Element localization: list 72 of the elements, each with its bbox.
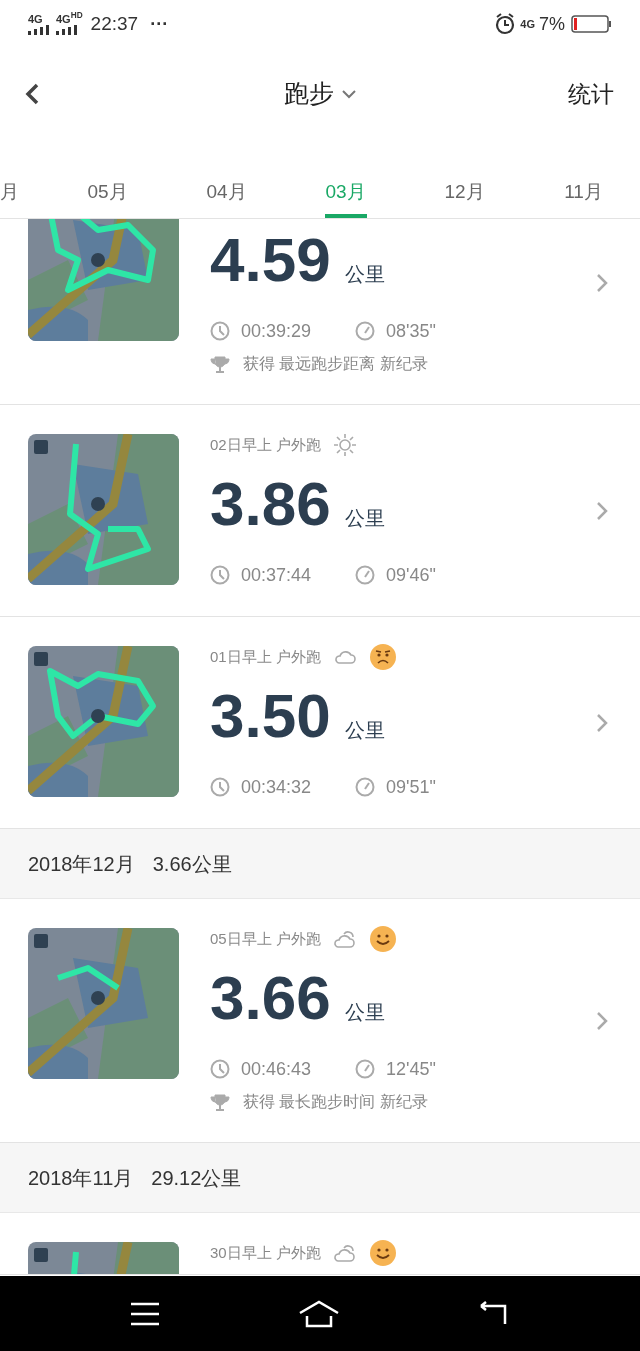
clock-icon bbox=[210, 1059, 230, 1079]
run-entry[interactable]: 4.59 公里 00:39:29 08'35" 获得 最远跑步距离 新纪录 bbox=[0, 219, 640, 405]
battery-icon bbox=[571, 15, 612, 33]
distance-unit: 公里 bbox=[344, 1000, 385, 1025]
distance-unit: 公里 bbox=[344, 506, 385, 531]
statistics-button[interactable]: 统计 bbox=[568, 76, 614, 112]
month-tab[interactable]: 03月 bbox=[286, 140, 405, 218]
menu-icon[interactable] bbox=[128, 1301, 161, 1326]
run-time-label: 01日早上 户外跑 bbox=[210, 646, 321, 667]
pace-value: 09'46" bbox=[386, 563, 436, 587]
chevron-right-icon bbox=[596, 272, 608, 293]
distance-unit: 公里 bbox=[344, 718, 385, 743]
month-total-distance: 3.66公里 bbox=[152, 851, 232, 877]
month-tab[interactable]: 12月 bbox=[405, 140, 524, 218]
distance-value: 3.50 bbox=[210, 685, 331, 747]
caret-icon bbox=[342, 89, 356, 99]
smiley-face-icon bbox=[368, 925, 397, 953]
duration-value: 00:34:32 bbox=[241, 775, 313, 799]
signal-icon bbox=[28, 24, 50, 35]
run-entry[interactable]: 01日早上 户外跑 3.50 公里 00:34:32 09'51" bbox=[0, 617, 640, 829]
duration-value: 00:37:44 bbox=[241, 563, 313, 587]
speedometer-icon bbox=[355, 321, 375, 341]
distance-unit: 公里 bbox=[344, 262, 385, 287]
month-tab[interactable]: 05月 bbox=[48, 140, 167, 218]
activity-dropdown[interactable]: 跑步 bbox=[284, 75, 356, 113]
pace-value: 09'51" bbox=[386, 775, 436, 799]
sun-icon bbox=[332, 433, 357, 457]
month-tab[interactable]: 04月 bbox=[167, 140, 286, 218]
record-achievement-text: 获得 最远跑步距离 新纪录 bbox=[243, 354, 428, 374]
home-icon[interactable] bbox=[298, 1299, 340, 1328]
month-label: 2018年12月 bbox=[28, 851, 135, 877]
duration-value: 00:39:29 bbox=[241, 319, 313, 343]
chevron-right-icon bbox=[596, 712, 608, 733]
frowning-face-icon bbox=[368, 643, 397, 671]
battery-percentage: 7% bbox=[539, 12, 565, 36]
trophy-icon bbox=[210, 1092, 230, 1112]
smiley-face-icon bbox=[368, 1239, 397, 1267]
clock-icon bbox=[210, 321, 230, 341]
more-indicator: ··· bbox=[150, 12, 169, 36]
distance-value: 3.86 bbox=[210, 473, 331, 535]
month-tab[interactable]: 11月 bbox=[524, 140, 640, 218]
signal-label: 4G$^{HD}$ bbox=[56, 13, 83, 25]
duration-value: 00:46:43 bbox=[241, 1057, 313, 1081]
run-time-label: 05日早上 户外跑 bbox=[210, 928, 321, 949]
chevron-right-icon bbox=[596, 1010, 608, 1031]
pace-value: 12'45" bbox=[386, 1057, 436, 1081]
speedometer-icon bbox=[355, 777, 375, 797]
chevron-right-icon bbox=[596, 500, 608, 521]
signal-icon bbox=[56, 24, 78, 35]
speedometer-icon bbox=[355, 565, 375, 585]
partly-cloudy-icon bbox=[332, 1242, 357, 1264]
distance-value: 3.66 bbox=[210, 967, 331, 1029]
network-label: 4G bbox=[520, 16, 535, 32]
month-tab[interactable]: 月 bbox=[0, 140, 48, 218]
trophy-icon bbox=[210, 354, 230, 374]
partly-cloudy-icon bbox=[332, 928, 357, 950]
month-total-distance: 29.12公里 bbox=[151, 1165, 242, 1191]
clock-icon bbox=[210, 565, 230, 585]
signal-label: 4G bbox=[28, 13, 43, 25]
speedometer-icon bbox=[355, 1059, 375, 1079]
alarm-icon bbox=[494, 13, 517, 35]
distance-value: 4.59 bbox=[210, 229, 331, 291]
back-chevron-icon bbox=[24, 82, 40, 106]
clock-icon bbox=[210, 777, 230, 797]
run-entry[interactable]: 05日早上 户外跑 3.66 公里 00:46:43 12'45" 获得 最长跑步时间 新纪录 bbox=[0, 899, 640, 1143]
pace-value: 08'35" bbox=[386, 319, 436, 343]
run-time-label: 30日早上 户外跑 bbox=[210, 1242, 321, 1263]
month-label: 2018年11月 bbox=[28, 1165, 134, 1191]
run-entry[interactable]: 02日早上 户外跑 3.86 公里 00:37:44 09'46" bbox=[0, 405, 640, 617]
record-achievement-text: 获得 最长跑步时间 新纪录 bbox=[243, 1092, 428, 1112]
run-time-label: 02日早上 户外跑 bbox=[210, 434, 321, 455]
clock-time: 22:37 bbox=[90, 11, 139, 36]
